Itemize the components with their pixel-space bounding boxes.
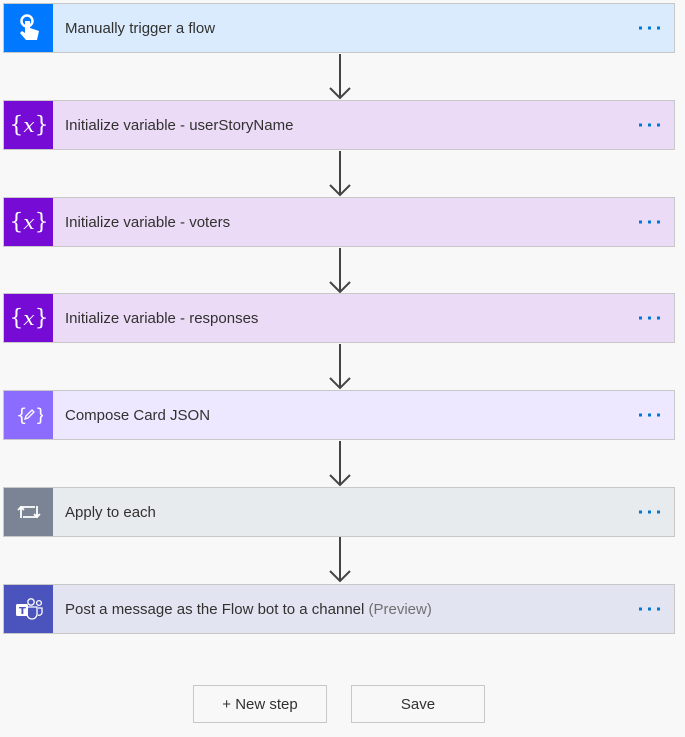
step-card-manual-trigger[interactable]: Manually trigger a flow xyxy=(3,3,675,53)
step-title: Apply to each xyxy=(65,503,156,521)
ellipsis-icon[interactable] xyxy=(635,23,664,34)
connector-arrow xyxy=(329,441,351,487)
connector-arrow xyxy=(329,537,351,583)
preview-tag: (Preview) xyxy=(368,600,432,618)
connector-arrow xyxy=(329,344,351,390)
new-step-button[interactable]: + New step xyxy=(193,685,327,723)
step-card-init-variable-userstoryname[interactable]: {x} Initialize variable - userStoryName xyxy=(3,100,675,150)
step-title: Initialize variable - userStoryName xyxy=(65,116,294,134)
variable-icon: {x} xyxy=(4,101,53,149)
connector-arrow xyxy=(329,151,351,197)
teams-icon: T xyxy=(4,585,53,633)
ellipsis-icon[interactable] xyxy=(635,120,664,131)
step-card-compose-card-json[interactable]: {} Compose Card JSON xyxy=(3,390,675,440)
connector-arrow xyxy=(329,54,351,100)
variable-icon: {x} xyxy=(4,198,53,246)
svg-text:T: T xyxy=(19,606,26,617)
ellipsis-icon[interactable] xyxy=(635,217,664,228)
save-button[interactable]: Save xyxy=(351,685,485,723)
ellipsis-icon[interactable] xyxy=(635,410,664,421)
connector-arrow xyxy=(329,248,351,294)
step-title: Initialize variable - responses xyxy=(65,309,259,327)
step-card-init-variable-voters[interactable]: {x} Initialize variable - voters xyxy=(3,197,675,247)
svg-text:}: } xyxy=(35,405,43,426)
ellipsis-icon[interactable] xyxy=(635,507,664,518)
loop-icon xyxy=(4,488,53,536)
step-title: Compose Card JSON xyxy=(65,406,211,424)
ellipsis-icon[interactable] xyxy=(635,604,664,615)
ellipsis-icon[interactable] xyxy=(635,313,664,324)
step-card-init-variable-responses[interactable]: {x} Initialize variable - responses xyxy=(3,293,675,343)
step-title: Manually trigger a flow xyxy=(65,19,216,37)
compose-icon: {} xyxy=(4,391,53,439)
step-title: Post a message as the Flow bot to a chan… xyxy=(65,600,432,618)
step-title: Initialize variable - voters xyxy=(65,213,231,231)
variable-icon: {x} xyxy=(4,294,53,342)
step-card-post-message-teams[interactable]: T Post a message as the Flow bot to a ch… xyxy=(3,584,675,634)
hand-touch-icon xyxy=(4,4,53,52)
step-card-apply-to-each[interactable]: Apply to each xyxy=(3,487,675,537)
